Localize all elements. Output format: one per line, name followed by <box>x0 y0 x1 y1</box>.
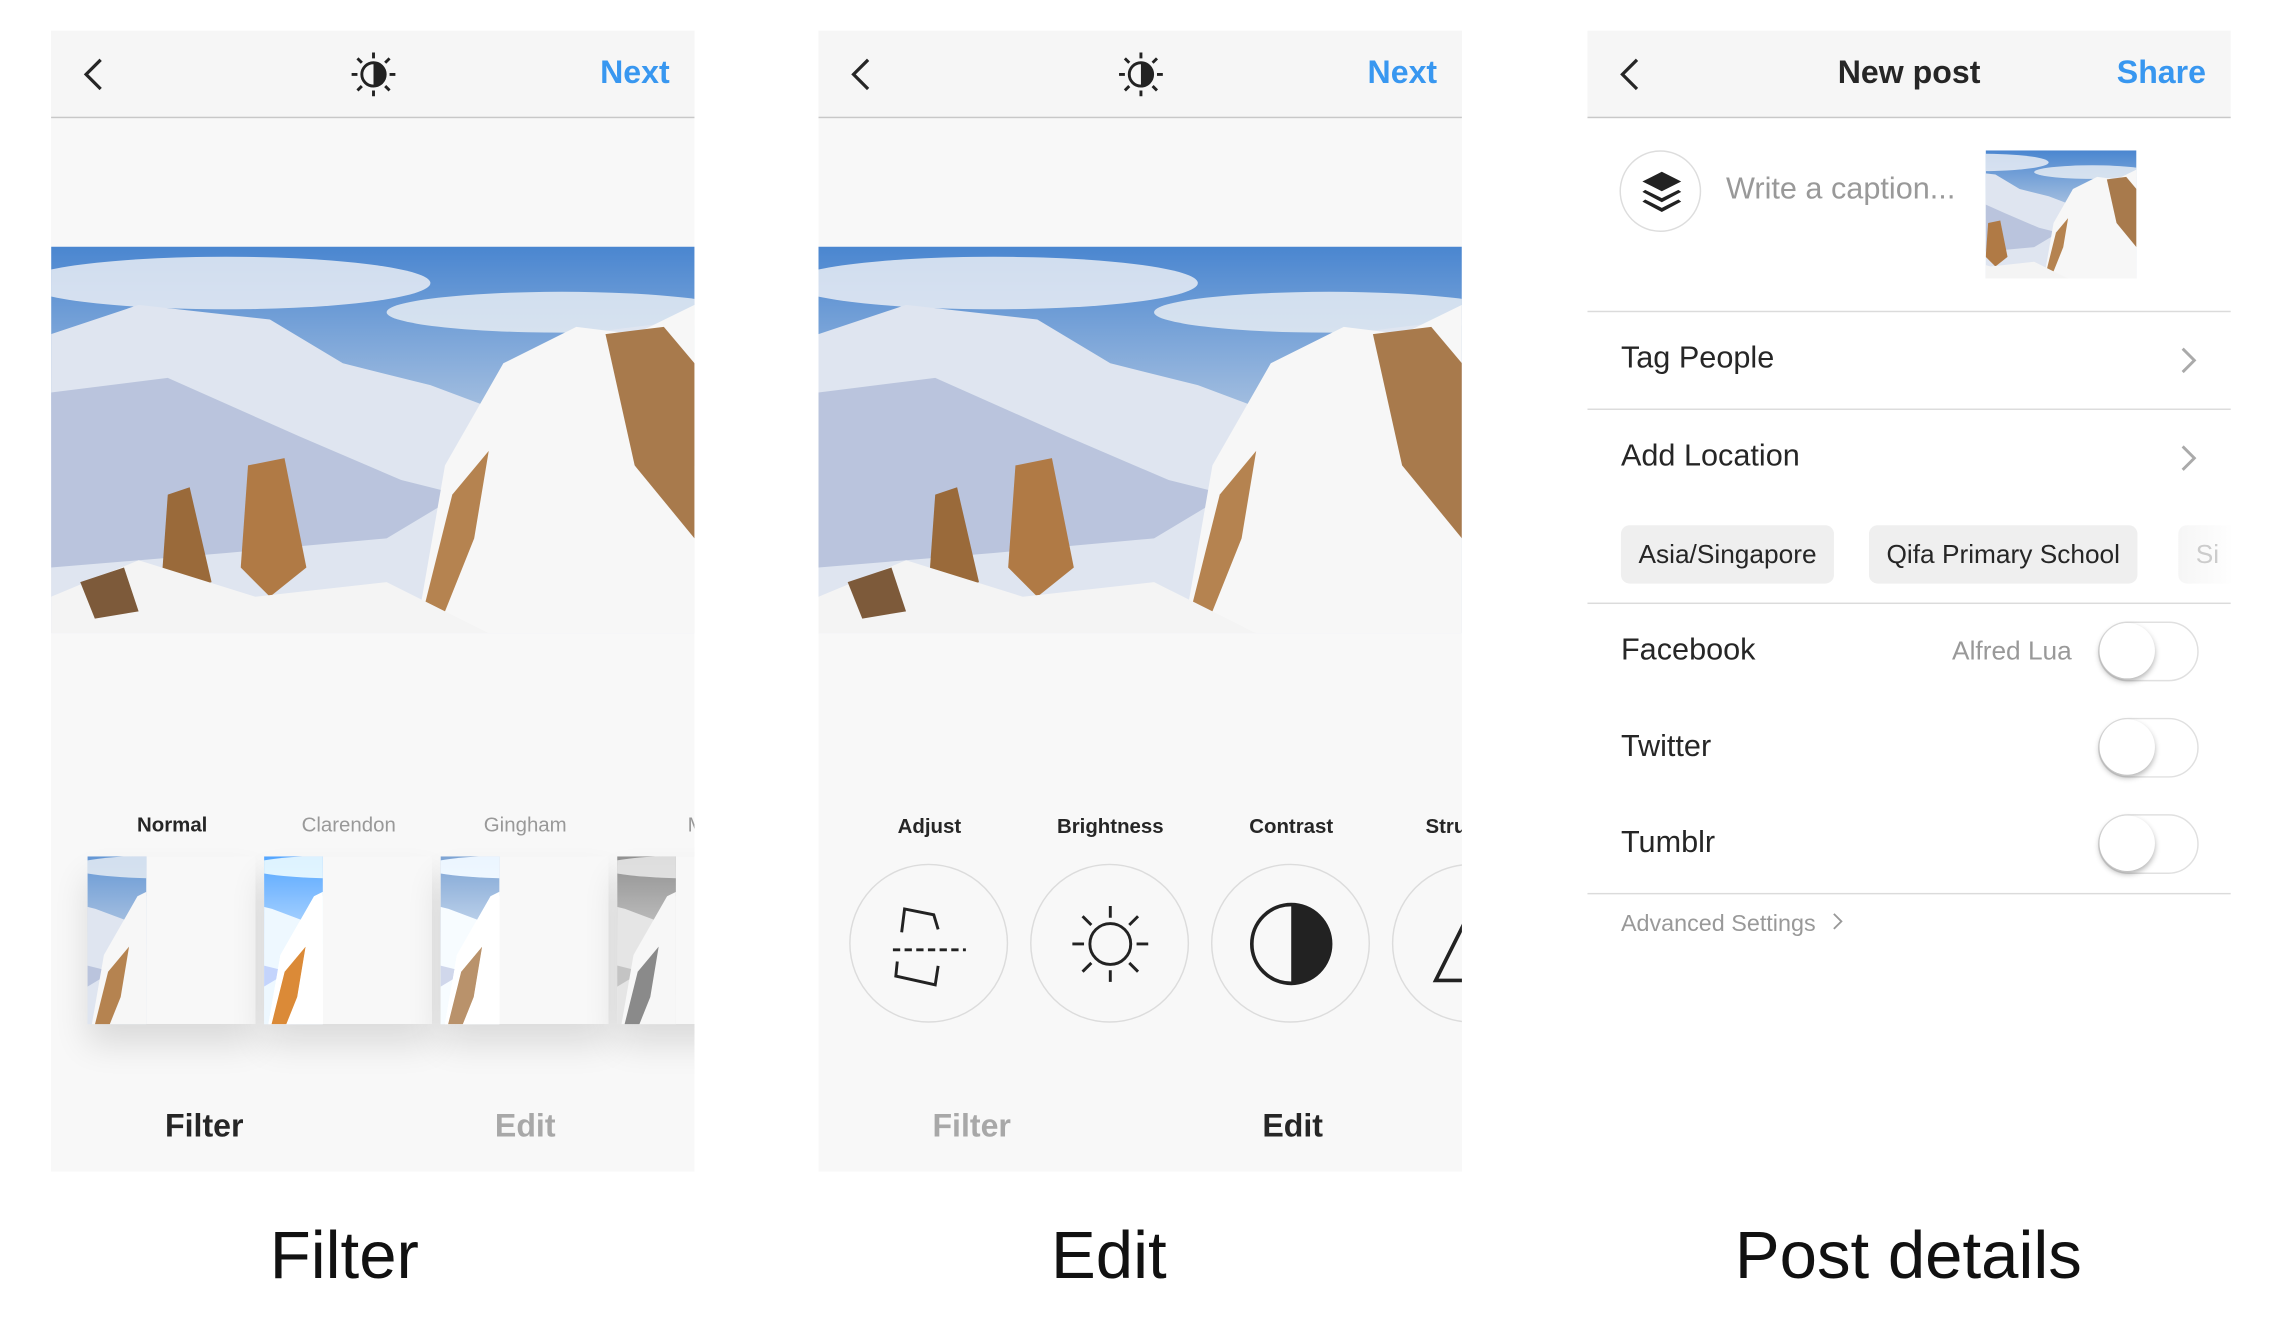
filter-thumb-normal[interactable] <box>88 856 256 1024</box>
advanced-settings-label: Advanced Settings <box>1620 911 1816 937</box>
tab-filter[interactable]: Filter <box>165 1107 243 1145</box>
caption-edit: Edit <box>1051 1216 1167 1293</box>
caption-filter: Filter <box>269 1216 419 1293</box>
add-location-label: Add Location <box>1620 439 1800 473</box>
tab-edit[interactable]: Edit <box>495 1107 556 1145</box>
chevron-right-icon <box>2181 445 2197 471</box>
location-chip[interactable]: Qifa Primary School <box>1868 525 2138 584</box>
adjust-icon <box>892 907 966 987</box>
filter-label-clarendon[interactable]: Clarendon <box>302 813 396 836</box>
post-thumbnail <box>1986 150 2199 278</box>
next-button[interactable]: Next <box>600 54 670 92</box>
photo-preview <box>818 247 1461 634</box>
tool-label-contrast: Contrast <box>1249 814 1334 838</box>
add-location-row[interactable]: Add Location <box>1587 409 2230 507</box>
share-button[interactable]: Share <box>2117 54 2206 92</box>
back-icon[interactable] <box>77 57 112 92</box>
post-details-screen: New post Share Write a caption... Tag Pe… <box>1587 30 2231 1172</box>
tag-people-row[interactable]: Tag People <box>1587 311 2230 409</box>
edit-screen: Next Adjust Brightness Contrast Stru Fil… <box>818 30 1462 1172</box>
chevron-right-icon <box>1833 913 1843 930</box>
twitter-label: Twitter <box>1620 729 1712 764</box>
tab-edit[interactable]: Edit <box>1262 1107 1323 1145</box>
filter-label-normal[interactable]: Normal <box>137 813 207 836</box>
facebook-account: Alfred Lua <box>1952 636 2072 666</box>
avatar <box>1619 150 1702 232</box>
tool-label-adjust: Adjust <box>897 814 962 838</box>
adjust-tool-button[interactable] <box>849 863 1009 1023</box>
caption-post-details: Post details <box>1734 1216 2082 1293</box>
header: Next <box>51 30 695 119</box>
header: Next <box>818 30 1462 119</box>
filter-screen: Next Normal Clarendon Gingham Mo Filter … <box>51 30 695 1172</box>
twitter-toggle[interactable] <box>2098 717 2199 778</box>
filter-thumb-gingham[interactable] <box>441 856 609 1024</box>
tab-filter[interactable]: Filter <box>932 1107 1010 1145</box>
tag-people-label: Tag People <box>1620 341 1775 375</box>
lux-icon[interactable] <box>1117 51 1164 98</box>
facebook-share-row: Facebook Alfred Lua <box>1587 603 2230 699</box>
contrast-icon <box>1249 902 1333 986</box>
tumblr-toggle[interactable] <box>2098 814 2199 874</box>
contrast-tool-button[interactable] <box>1210 863 1371 1023</box>
twitter-share-row: Twitter <box>1587 699 2230 795</box>
tumblr-label: Tumblr <box>1620 825 1716 860</box>
filter-thumb-mo[interactable] <box>617 856 694 1024</box>
filter-label-gingham[interactable]: Gingham <box>484 813 567 836</box>
brightness-icon <box>1072 906 1149 982</box>
chevron-right-icon <box>2181 347 2197 374</box>
facebook-label: Facebook <box>1620 633 1756 667</box>
brightness-tool-button[interactable] <box>1030 863 1190 1023</box>
next-button[interactable]: Next <box>1368 54 1438 92</box>
tool-label-structure: Stru <box>1425 814 1461 838</box>
tumblr-share-row: Tumblr <box>1587 795 2230 891</box>
buffer-logo-icon <box>1642 171 1682 212</box>
structure-icon <box>1432 923 1462 983</box>
structure-tool-button[interactable] <box>1391 863 1462 1023</box>
back-icon[interactable] <box>845 57 880 92</box>
advanced-settings-link[interactable]: Advanced Settings <box>1621 912 1844 938</box>
tool-label-brightness: Brightness <box>1056 814 1164 838</box>
header: New post Share <box>1587 30 2231 119</box>
filter-label-mo[interactable]: Mo <box>688 813 695 836</box>
lux-icon[interactable] <box>349 51 396 98</box>
facebook-toggle[interactable] <box>2098 621 2199 682</box>
caption-input[interactable]: Write a caption... <box>1726 172 1955 207</box>
photo-preview <box>51 247 694 634</box>
location-chip[interactable]: Asia/Singapore <box>1620 525 1835 584</box>
location-chip[interactable]: Si <box>2178 525 2231 584</box>
filter-thumb-clarendon[interactable] <box>264 856 432 1024</box>
